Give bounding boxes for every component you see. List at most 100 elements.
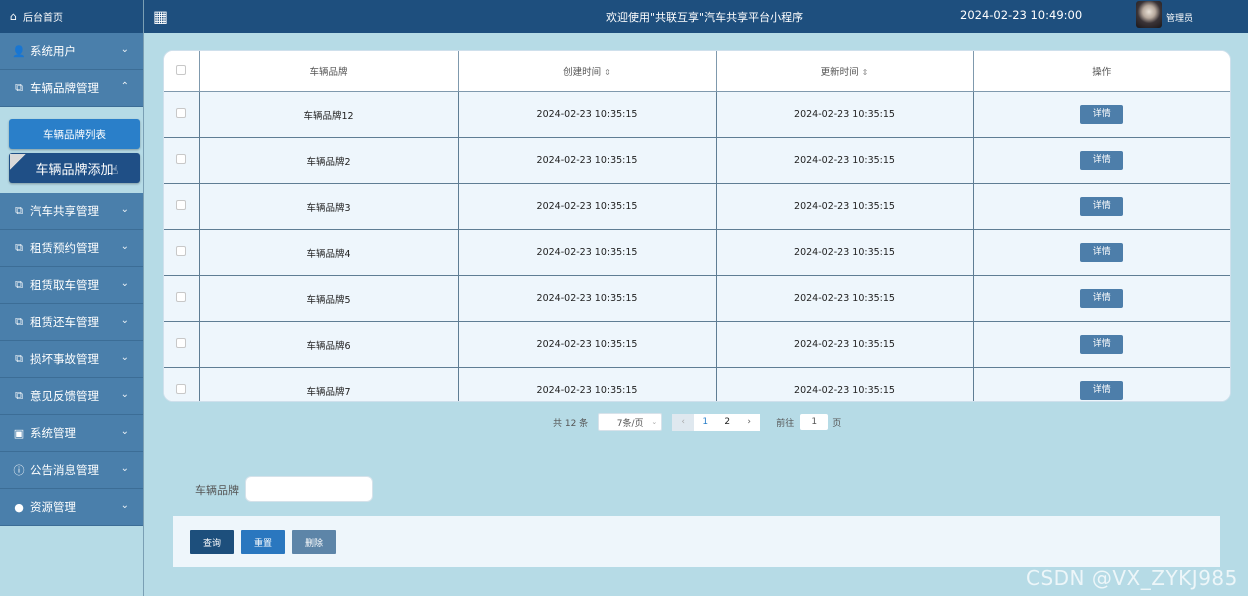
cell-created: 2024-02-23 10:35:15 [458, 367, 717, 401]
detail-button[interactable]: 详情 [1080, 335, 1124, 354]
menu-rental-return[interactable]: ⧉ 租赁还车管理 ⌄ [0, 304, 143, 341]
detail-button[interactable]: 详情 [1080, 381, 1124, 400]
folder-icon: ⧉ [15, 389, 23, 402]
table-row: 车辆品牌7 2024-02-23 10:35:15 2024-02-23 10:… [164, 367, 1230, 401]
row-checkbox[interactable] [176, 246, 187, 256]
user-name[interactable]: 管理员 [1166, 11, 1193, 24]
folder-icon: ⧉ [15, 315, 23, 328]
submenu-brand-add[interactable]: 车辆品牌添加 ☝ [9, 153, 140, 183]
chevron-down-icon: ⌄ [120, 204, 129, 215]
action-bar: 查询 重置 删除 [173, 516, 1220, 567]
cell-brand: 车辆品牌12 [199, 91, 459, 138]
chevron-down-icon: ⌄ [120, 44, 129, 55]
cell-brand: 车辆品牌3 [199, 183, 459, 230]
cell-updated: 2024-02-23 10:35:15 [716, 321, 974, 368]
cell-created: 2024-02-23 10:35:15 [458, 321, 717, 368]
menu-announcement[interactable]: ⓘ 公告消息管理 ⌄ [0, 452, 143, 489]
cell-created: 2024-02-23 10:35:15 [458, 137, 717, 184]
home-icon: ⌂ [10, 10, 17, 23]
table-row: 车辆品牌2 2024-02-23 10:35:15 2024-02-23 10:… [164, 137, 1230, 184]
menu-feedback[interactable]: ⧉ 意见反馈管理 ⌄ [0, 378, 143, 415]
row-checkbox[interactable] [176, 108, 187, 118]
location-icon: ● [14, 500, 24, 514]
menu-label: 意见反馈管理 [30, 389, 99, 403]
select-all-checkbox[interactable] [176, 64, 187, 75]
menu-label: 租赁预约管理 [30, 241, 99, 255]
table-row: 车辆品牌12 2024-02-23 10:35:15 2024-02-23 10… [164, 91, 1230, 138]
folder-icon: ⧉ [15, 81, 23, 94]
row-checkbox[interactable] [176, 200, 187, 210]
folder-icon: ⧉ [15, 278, 23, 291]
hand-cursor-icon: ☝ [111, 163, 119, 177]
user-icon: 👤 [12, 44, 26, 58]
menu-label: 车辆品牌管理 [30, 81, 99, 95]
row-checkbox[interactable] [176, 338, 187, 348]
cell-created: 2024-02-23 10:35:15 [458, 275, 717, 322]
menu-label: 系统管理 [30, 426, 76, 440]
pagination: 共 12 条 7条/页 ⌄ ‹ 1 2 › 前往 1 页 [553, 413, 841, 431]
grid-menu-icon[interactable]: ▦ [153, 7, 168, 26]
table-header-row: 车辆品牌 创建时间 ⇕ 更新时间 ⇕ 操作 [164, 51, 1230, 92]
delete-button[interactable]: 删除 [292, 530, 336, 554]
sidebar: ⌂ 后台首页 👤 系统用户 ⌄ ⧉ 车辆品牌管理 ⌃ 车辆品牌列表 车辆品牌添加… [0, 0, 144, 596]
menu-system[interactable]: ▣ 系统管理 ⌄ [0, 415, 143, 452]
submenu-brand-list[interactable]: 车辆品牌列表 [9, 119, 140, 149]
goto-label: 前往 [776, 418, 795, 429]
menu-label: 租赁取车管理 [30, 278, 99, 292]
row-checkbox[interactable] [176, 154, 187, 164]
chevron-left-icon: ‹ [681, 417, 685, 427]
menu-car-sharing[interactable]: ⧉ 汽车共享管理 ⌄ [0, 193, 143, 230]
brand-search-input[interactable] [245, 476, 373, 502]
menu-label: 租赁还车管理 [30, 315, 99, 329]
cell-brand: 车辆品牌6 [199, 321, 459, 368]
chevron-down-icon: ⌄ [120, 426, 129, 437]
chevron-up-icon: ⌃ [120, 81, 129, 92]
reset-button[interactable]: 重置 [241, 530, 285, 554]
goto-page-input[interactable]: 1 [800, 414, 829, 430]
column-header-brand: 车辆品牌 [199, 51, 459, 92]
column-header-created[interactable]: 创建时间 ⇕ [458, 51, 717, 92]
sort-icon[interactable]: ⇕ [862, 68, 869, 77]
column-header-updated[interactable]: 更新时间 ⇕ [716, 51, 974, 92]
table-row: 车辆品牌4 2024-02-23 10:35:15 2024-02-23 10:… [164, 229, 1230, 276]
cell-updated: 2024-02-23 10:35:15 [716, 275, 974, 322]
column-header-actions: 操作 [973, 51, 1230, 92]
info-icon: ⓘ [13, 464, 25, 477]
detail-button[interactable]: 详情 [1080, 197, 1124, 216]
cell-brand: 车辆品牌4 [199, 229, 459, 276]
cell-updated: 2024-02-23 10:35:15 [716, 183, 974, 230]
page-number-2[interactable]: 2 [716, 413, 739, 431]
detail-button[interactable]: 详情 [1080, 289, 1124, 308]
menu-label: 汽车共享管理 [30, 204, 99, 218]
sort-icon[interactable]: ⇕ [604, 68, 611, 77]
table-row: 车辆品牌6 2024-02-23 10:35:15 2024-02-23 10:… [164, 321, 1230, 368]
search-label: 车辆品牌 [195, 484, 239, 497]
folder-icon: ⧉ [15, 241, 23, 254]
watermark: CSDN @VX_ZYKJ985 [1026, 566, 1238, 590]
next-page-button[interactable]: › [738, 413, 761, 431]
prev-page-button[interactable]: ‹ [672, 413, 695, 431]
chevron-right-icon: › [747, 417, 751, 427]
detail-button[interactable]: 详情 [1080, 105, 1124, 124]
table-row: 车辆品牌3 2024-02-23 10:35:15 2024-02-23 10:… [164, 183, 1230, 230]
detail-button[interactable]: 详情 [1080, 151, 1124, 170]
query-button[interactable]: 查询 [190, 530, 234, 554]
menu-rental-booking[interactable]: ⧉ 租赁预约管理 ⌄ [0, 230, 143, 267]
menu-label: 资源管理 [30, 500, 76, 514]
cell-created: 2024-02-23 10:35:15 [458, 183, 717, 230]
menu-system-users[interactable]: 👤 系统用户 ⌄ [0, 33, 143, 70]
avatar[interactable] [1136, 1, 1162, 28]
row-checkbox[interactable] [176, 384, 187, 394]
chevron-down-icon: ⌄ [120, 352, 129, 363]
page-number-1[interactable]: 1 [694, 413, 717, 431]
menu-resources[interactable]: ● 资源管理 ⌄ [0, 489, 143, 526]
menu-rental-pickup[interactable]: ⧉ 租赁取车管理 ⌄ [0, 267, 143, 304]
chevron-down-icon: ⌄ [120, 463, 129, 474]
home-link[interactable]: ⌂ 后台首页 [0, 0, 143, 33]
current-datetime: 2024-02-23 10:49:00 [960, 8, 1083, 22]
row-checkbox[interactable] [176, 292, 187, 302]
menu-accident[interactable]: ⧉ 损坏事故管理 ⌄ [0, 341, 143, 378]
detail-button[interactable]: 详情 [1080, 243, 1124, 262]
page-size-select[interactable]: 7条/页 ⌄ [598, 413, 663, 431]
menu-brand-management[interactable]: ⧉ 车辆品牌管理 ⌃ [0, 70, 143, 107]
